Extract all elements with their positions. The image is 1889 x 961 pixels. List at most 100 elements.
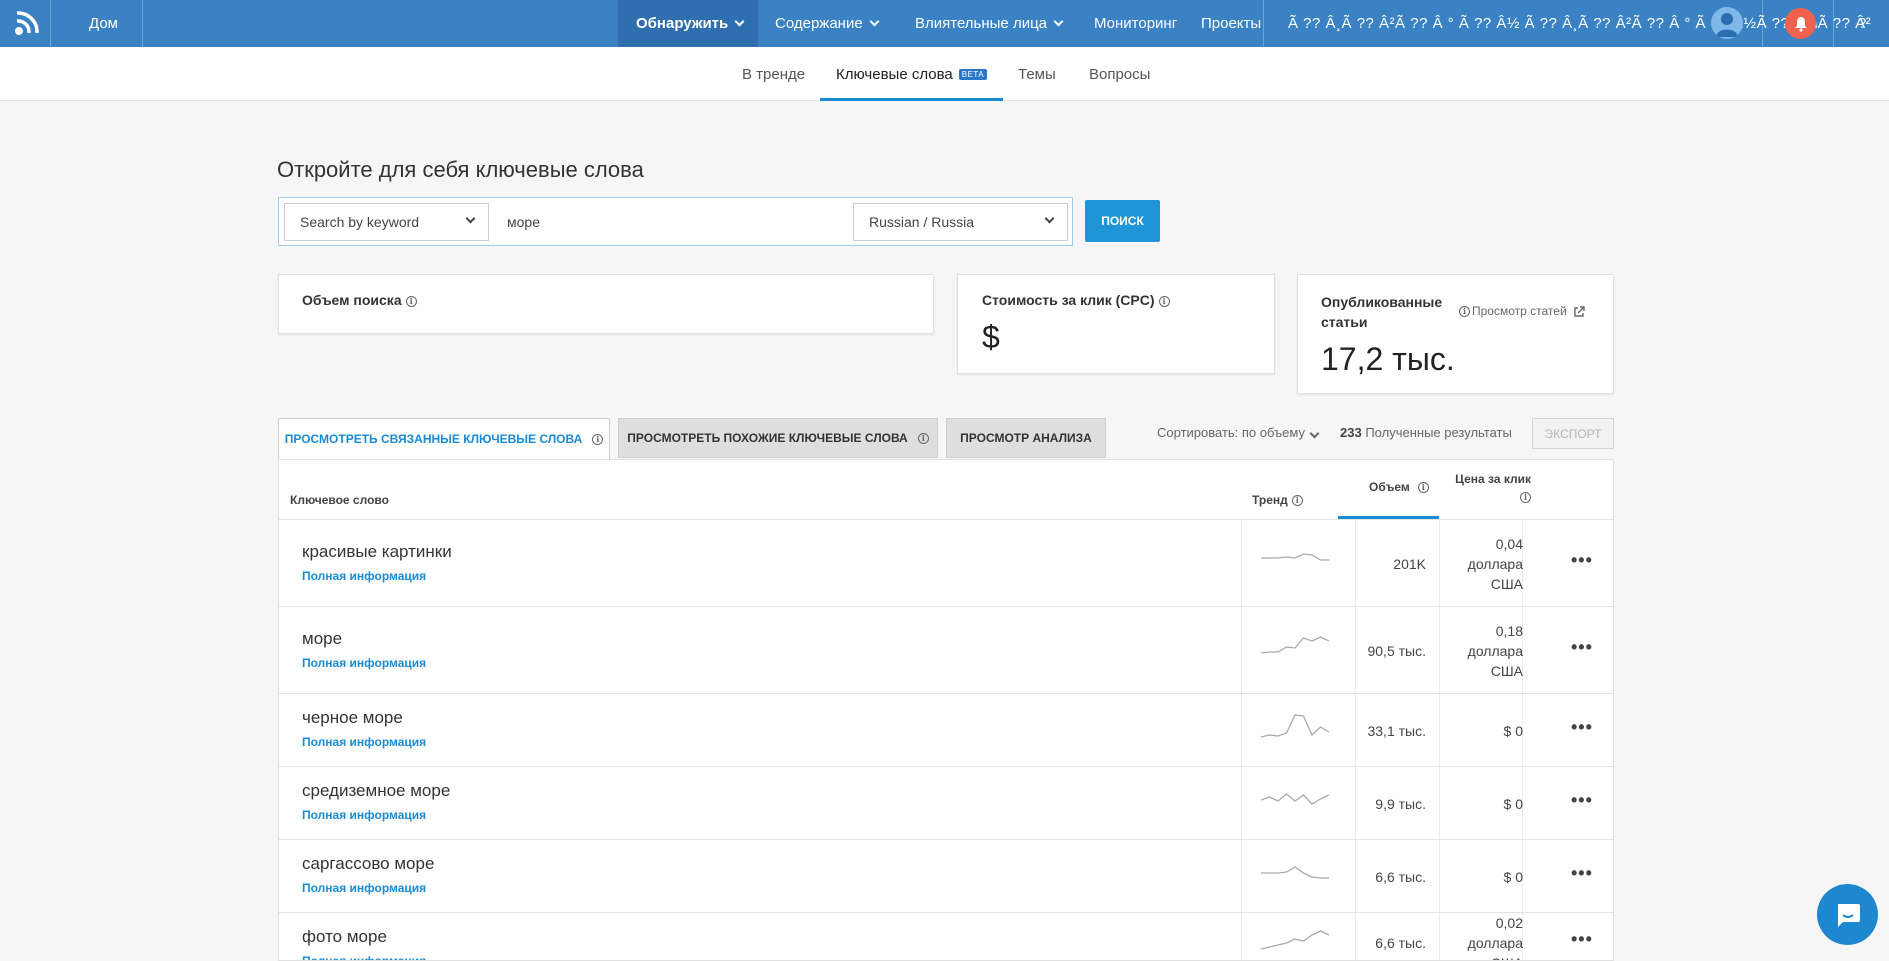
beta-badge: BETA [958, 68, 988, 80]
volume-value: 6,6 тыс. [1375, 935, 1426, 951]
cpc-value: 0,02 доллара США [1439, 913, 1523, 960]
more-options-icon[interactable]: ••• [1571, 863, 1593, 884]
tab-keywords[interactable]: Ключевые слова BETA [819, 47, 1004, 101]
more-options-icon[interactable]: ••• [1571, 717, 1593, 738]
table-row[interactable]: черное море Полная информация 33,1 тыс. $ 0… [279, 694, 1613, 767]
table-header: Ключевое слово Тренд i Объем i Цена за кли… [279, 460, 1613, 520]
trend-line [1261, 552, 1329, 561]
nav-discover[interactable]: Обнаружить [618, 0, 758, 47]
info-icon: i [592, 433, 604, 445]
keyword-text[interactable]: море [302, 629, 342, 649]
chevron-down-icon [734, 16, 745, 27]
nav-monitoring[interactable]: Мониторинг [1094, 0, 1177, 47]
tab-keywords-label: Ключевые слова [836, 65, 953, 83]
published-articles-card: Опубликованные статьи i Просмотр статей 1… [1297, 274, 1614, 394]
th-trend[interactable]: Тренд i [1252, 493, 1303, 507]
cpc-value: 0,04 доллара США [1439, 534, 1523, 594]
tab-similar-keywords[interactable]: ПРОСМОТРЕТЬ ПОХОЖИЕ КЛЮЧЕВЫЕ СЛОВА i [618, 418, 938, 458]
language-select[interactable]: Russian / Russia [853, 203, 1068, 241]
chevron-down-icon [1053, 16, 1064, 27]
chat-icon [1837, 903, 1860, 927]
table-row[interactable]: саргассово море Полная информация 6,6 тыс.… [279, 840, 1613, 913]
bell-icon[interactable] [1785, 8, 1816, 39]
trend-sparkline [1261, 792, 1330, 805]
volume-value: 9,9 тыс. [1375, 795, 1426, 812]
trend-line [1261, 792, 1330, 805]
keyword-input[interactable] [499, 203, 769, 241]
cpc-line: $ 0 [1503, 722, 1523, 739]
published-label-line1: Опубликованные [1321, 294, 1443, 310]
chat-button[interactable] [1817, 884, 1878, 945]
keyword-text[interactable]: саргассово море [302, 854, 434, 874]
table-row[interactable]: море Полная информация 90,5 тыс. 0,18 доллар… [279, 607, 1613, 694]
full-info-link[interactable]: Полная информация [302, 735, 426, 749]
nav-content[interactable]: Содержание [775, 0, 880, 47]
keywords-table: Ключевое слово Тренд i Объем i Цена за кли… [278, 459, 1614, 961]
th-keyword[interactable]: Ключевое слово [290, 493, 389, 507]
table-row[interactable]: красивые картинки Полная информация 201K 0,… [279, 520, 1613, 607]
full-info-link[interactable]: Полная информация [302, 808, 426, 822]
tab-trending[interactable]: В тренде [742, 47, 805, 101]
keyword-text[interactable]: средиземное море [302, 781, 450, 801]
published-label: Опубликованные статьи [1321, 292, 1442, 332]
export-button[interactable]: ЭКСПОРТ [1532, 418, 1614, 449]
view-articles-link[interactable]: i Просмотр статей [1459, 304, 1585, 318]
full-info-link[interactable]: Полная информация [302, 656, 426, 670]
tab-related-label: ПРОСМОТРЕТЬ СВЯЗАННЫЕ КЛЮЧЕВЫЕ СЛОВА [284, 432, 583, 446]
page-title: Откройте для себя ключевые слова [277, 157, 644, 182]
help-button[interactable]: ? [1858, 0, 1866, 47]
volume-value: 33,1 тыс. [1367, 722, 1426, 739]
th-volume[interactable]: Объем i [1369, 480, 1429, 494]
volume-value: 201K [1393, 555, 1426, 572]
nav-account-menu[interactable]: Ã ?? Â¸Ã ?? Â²Ã ?? Â ° Ã ?? Â½ Ã ?? Â¸Ã … [1288, 0, 1871, 47]
cpc-line: 0,04 [1495, 535, 1523, 552]
full-info-link[interactable]: Полная информация [302, 569, 426, 583]
published-label-line2: статьи [1321, 314, 1368, 330]
info-icon[interactable]: i [1158, 295, 1170, 307]
search-type-select[interactable]: Search by keyword [284, 203, 489, 241]
more-options-icon[interactable]: ••• [1571, 550, 1593, 571]
th-cpc-label: Цена за клик [1455, 472, 1531, 486]
results-number: 233 [1340, 425, 1362, 440]
avatar[interactable] [1711, 7, 1743, 39]
chevron-down-icon [1044, 213, 1055, 224]
column-divider [1241, 913, 1242, 960]
nav-discover-label: Обнаружить [636, 15, 729, 32]
volume-value: 6,6 тыс. [1375, 868, 1426, 885]
view-articles-label: Просмотр статей [1472, 304, 1567, 318]
search-button[interactable]: ПОИСК [1085, 200, 1160, 242]
th-trend-label: Тренд [1252, 493, 1288, 507]
published-value: 17,2 тыс. [1321, 341, 1455, 377]
th-cpc[interactable]: Цена за клик i [1451, 470, 1531, 506]
table-row[interactable]: средиземное море Полная информация 9,9 тыс… [279, 767, 1613, 840]
tab-analysis[interactable]: ПРОСМОТР АНАЛИЗА [946, 418, 1106, 458]
info-icon: i [1459, 306, 1470, 318]
full-info-link[interactable]: Полная информация [302, 881, 426, 895]
nav-projects[interactable]: Проекты [1201, 0, 1261, 47]
sort-dropdown[interactable]: Сортировать: по объему [1157, 425, 1320, 440]
trend-line [1261, 865, 1329, 879]
search-bar: Search by keyword Russian / Russia [278, 197, 1073, 246]
keyword-text[interactable]: красивые картинки [302, 542, 452, 562]
nav-influencers[interactable]: Влиятельные лица [915, 0, 1064, 47]
tab-questions[interactable]: Вопросы [1089, 47, 1150, 101]
trend-line [1261, 713, 1330, 738]
trend-sparkline [1261, 713, 1330, 738]
column-divider [1241, 767, 1242, 839]
logo-icon[interactable] [8, 0, 42, 47]
cpc-line: 0,18 [1495, 622, 1523, 639]
tab-topics[interactable]: Темы [1018, 47, 1056, 101]
full-info-link[interactable]: Полная информация [302, 954, 426, 960]
info-icon: i [1520, 492, 1531, 504]
table-row[interactable]: фото море Полная информация 6,6 тыс. 0,02 до… [279, 913, 1613, 960]
language-value: Russian / Russia [869, 214, 975, 230]
more-options-icon[interactable]: ••• [1571, 637, 1593, 658]
more-options-icon[interactable]: ••• [1571, 790, 1593, 811]
keyword-text[interactable]: черное море [302, 708, 403, 728]
tab-related-keywords[interactable]: ПРОСМОТРЕТЬ СВЯЗАННЫЕ КЛЮЧЕВЫЕ СЛОВА i [278, 418, 610, 460]
cpc-line: США [1490, 575, 1523, 592]
info-icon[interactable]: i [405, 295, 417, 307]
keyword-text[interactable]: фото море [302, 927, 387, 947]
nav-home[interactable]: Дом [89, 0, 118, 47]
more-options-icon[interactable]: ••• [1571, 929, 1593, 950]
